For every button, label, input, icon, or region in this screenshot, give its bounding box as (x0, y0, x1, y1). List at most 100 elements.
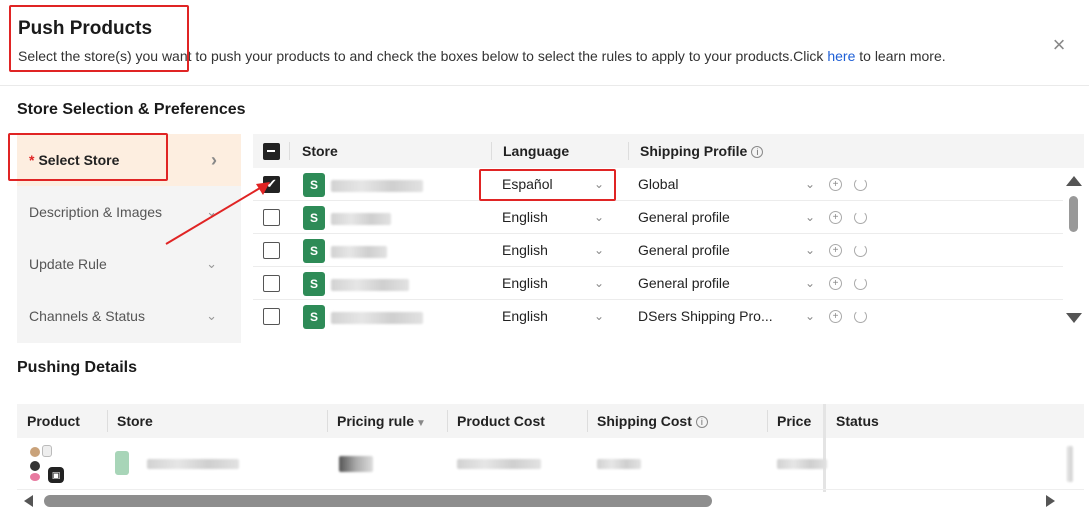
language-select[interactable]: Español (502, 176, 553, 192)
pricing-rule-label: Pricing rule (337, 413, 415, 429)
shipping-profile-select[interactable]: General profile (638, 242, 730, 258)
product-column-header: Product (27, 413, 80, 429)
sidebar-item-channels-status[interactable]: Channels & Status ⌄ (17, 290, 241, 342)
column-divider (767, 410, 768, 432)
add-profile-icon[interactable]: + (829, 310, 842, 323)
row-checkbox[interactable] (263, 308, 280, 325)
store-row: ✔ S Español ⌄ Global ⌄ + (253, 168, 1063, 201)
shopify-store-icon: S (303, 305, 325, 329)
info-icon[interactable]: i (751, 146, 764, 158)
add-profile-icon[interactable]: + (829, 277, 842, 290)
chevron-down-icon[interactable]: ⌄ (805, 177, 815, 191)
shopify-store-icon: S (303, 206, 325, 230)
shopify-store-icon (115, 451, 129, 475)
chevron-right-icon: › (211, 149, 217, 170)
language-select[interactable]: English (502, 308, 548, 324)
subtitle-suffix: to learn more. (855, 48, 946, 64)
shipping-cost-label: Shipping Cost (597, 413, 692, 429)
store-name-redacted (331, 312, 423, 324)
sidebar-item-label: Description & Images (29, 204, 163, 220)
scroll-up-icon[interactable] (1066, 176, 1082, 186)
add-profile-icon[interactable]: + (829, 178, 842, 191)
refresh-icon[interactable] (854, 277, 867, 290)
store-row: S English ⌄ DSers Shipping Pro... ⌄ + (253, 300, 1063, 333)
row-action-redacted (1067, 446, 1073, 482)
chevron-down-icon[interactable]: ⌄ (805, 276, 815, 290)
store-name-redacted (331, 279, 409, 291)
store-name-redacted (331, 213, 391, 225)
product-cost-redacted (457, 459, 541, 469)
scroll-left-icon[interactable] (24, 495, 33, 507)
sidebar-item-label: Update Rule (29, 256, 107, 272)
language-select[interactable]: English (502, 242, 548, 258)
pricing-rule-column-header[interactable]: Pricing rule ▼ (337, 413, 426, 429)
refresh-icon[interactable] (854, 310, 867, 323)
store-table-header: Store Language Shipping Profile i (253, 134, 1084, 168)
sidebar-item-label: Channels & Status (29, 308, 145, 324)
store-section-title: Store Selection & Preferences (17, 101, 246, 118)
chevron-down-icon[interactable]: ⌄ (594, 309, 604, 323)
shipping-cost-column-header: Shipping Cost i (597, 413, 708, 429)
chevron-down-icon[interactable]: ⌄ (594, 210, 604, 224)
store-row: S English ⌄ General profile ⌄ + (253, 234, 1063, 267)
shipping-profile-select[interactable]: General profile (638, 209, 730, 225)
horizontal-scrollbar-thumb[interactable] (44, 495, 712, 507)
shipping-profile-label: Shipping Profile (640, 143, 748, 159)
pushing-details-title: Pushing Details (17, 359, 138, 376)
store-column-header: Store (117, 413, 153, 429)
product-thumbnail[interactable]: ▣ (28, 445, 66, 483)
row-checkbox[interactable] (263, 275, 280, 292)
status-column-header: Status (836, 413, 879, 429)
select-all-checkbox[interactable] (263, 143, 280, 160)
chevron-down-icon[interactable]: ⌄ (594, 177, 604, 191)
column-divider (107, 410, 108, 432)
shopify-store-icon: S (303, 272, 325, 296)
refresh-icon[interactable] (854, 178, 867, 191)
column-divider (289, 142, 290, 160)
language-column-header: Language (503, 143, 570, 159)
required-mark: * (29, 152, 35, 168)
language-select[interactable]: English (502, 275, 548, 291)
chevron-down-icon[interactable]: ⌄ (805, 243, 815, 257)
column-divider (587, 410, 588, 432)
shopify-store-icon: S (303, 173, 325, 197)
chevron-down-icon[interactable]: ⌄ (805, 309, 815, 323)
column-divider (327, 410, 328, 432)
add-profile-icon[interactable]: + (829, 211, 842, 224)
store-name-redacted (331, 180, 423, 192)
refresh-icon[interactable] (854, 244, 867, 257)
chevron-down-icon: ⌄ (206, 308, 217, 323)
shipping-profile-select[interactable]: Global (638, 176, 678, 192)
vertical-scrollbar-thumb[interactable] (1069, 196, 1078, 232)
price-redacted (777, 459, 827, 469)
add-profile-icon[interactable]: + (829, 244, 842, 257)
store-name-redacted (331, 246, 387, 258)
shipping-cost-redacted (597, 459, 641, 469)
close-icon[interactable]: × (1050, 34, 1068, 56)
price-column-header: Price (777, 413, 812, 429)
annotation-arrow-icon (165, 182, 270, 245)
subtitle-text: Select the store(s) you want to push you… (18, 48, 828, 64)
shipping-profile-select[interactable]: General profile (638, 275, 730, 291)
dialog-subtitle: Select the store(s) you want to push you… (18, 48, 946, 64)
learn-more-link[interactable]: here (827, 48, 855, 64)
chevron-down-icon[interactable]: ⌄ (805, 210, 815, 224)
sidebar-item-label: Select Store (38, 152, 120, 168)
sort-down-icon[interactable]: ▼ (416, 418, 426, 429)
scroll-right-icon[interactable] (1046, 495, 1055, 507)
shopify-store-icon: S (303, 239, 325, 263)
header-divider (0, 85, 1089, 86)
shipping-profile-select[interactable]: DSers Shipping Pro... (638, 308, 773, 324)
store-name-redacted (147, 459, 239, 469)
dialog-title: Push Products (18, 18, 153, 39)
column-divider (447, 410, 448, 432)
product-row: ▣ (17, 438, 1084, 490)
info-icon[interactable]: i (695, 416, 708, 428)
pushing-details-header: Product Store Pricing rule ▼ Product Cost… (17, 404, 1084, 438)
chevron-down-icon[interactable]: ⌄ (594, 276, 604, 290)
refresh-icon[interactable] (854, 211, 867, 224)
scroll-down-icon[interactable] (1066, 313, 1082, 323)
language-select[interactable]: English (502, 209, 548, 225)
chevron-down-icon[interactable]: ⌄ (594, 243, 604, 257)
shipping-profile-column-header: Shipping Profile i (640, 143, 764, 159)
